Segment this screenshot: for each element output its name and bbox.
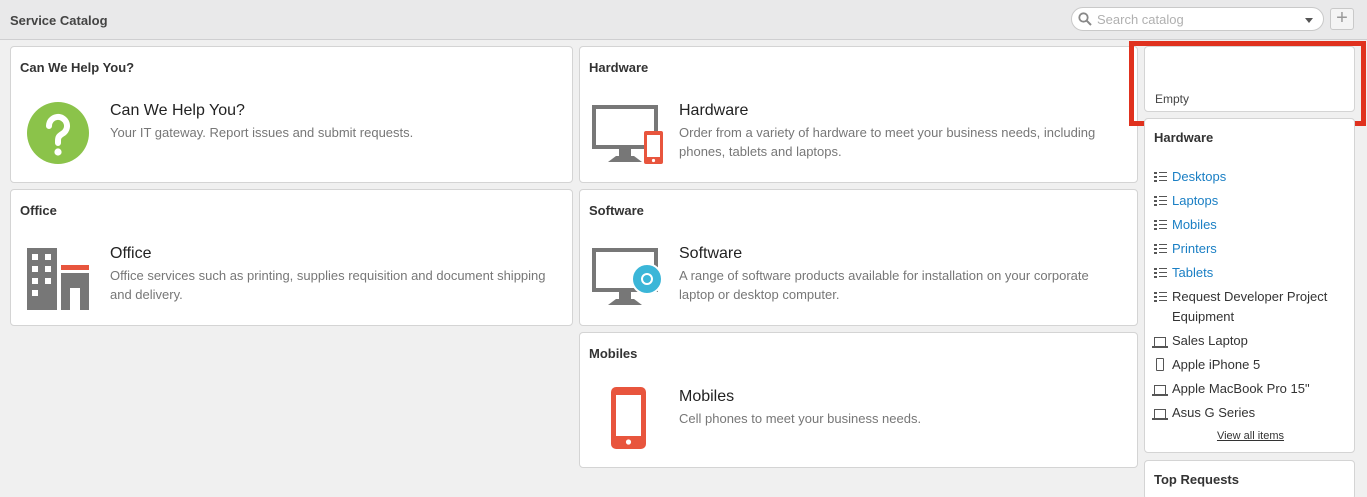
- view-all-link[interactable]: View all items: [1145, 430, 1356, 442]
- laptop-icon: [1152, 331, 1168, 351]
- card-header: Office: [20, 203, 57, 218]
- highlight-box: [1129, 41, 1366, 126]
- list-item[interactable]: Printers: [1153, 239, 1358, 259]
- top-bar: Service Catalog +: [0, 0, 1367, 40]
- question-icon: [27, 102, 89, 164]
- list-icon: [1153, 191, 1168, 211]
- list-item-label[interactable]: Apple MacBook Pro 15": [1172, 379, 1310, 399]
- laptop-icon: [1152, 379, 1168, 399]
- top-requests-panel: Top Requests: [1144, 460, 1355, 497]
- card-title[interactable]: Hardware: [679, 102, 748, 120]
- add-button[interactable]: +: [1330, 8, 1354, 30]
- list-item[interactable]: Desktops: [1153, 167, 1358, 187]
- card-description: A range of software products available f…: [679, 268, 1089, 302]
- hardware-panel: Hardware Desktops Laptops Mobiles Printe…: [1144, 118, 1355, 453]
- chevron-down-icon[interactable]: [1305, 18, 1313, 23]
- mobile-phone-icon: [611, 387, 646, 449]
- card-title[interactable]: Office: [110, 245, 152, 263]
- list-item-label[interactable]: Apple iPhone 5: [1172, 355, 1260, 375]
- category-card-help[interactable]: Can We Help You? Can We Help You? Your I…: [10, 46, 573, 183]
- list-icon: [1153, 287, 1168, 307]
- card-header: Mobiles: [589, 346, 638, 361]
- monitor-disc-icon: [592, 248, 663, 305]
- category-card-hardware[interactable]: Hardware Hardware Order from a variety o…: [579, 46, 1138, 183]
- category-card-software[interactable]: Software Software A range of software pr…: [579, 189, 1138, 326]
- card-header: Software: [589, 203, 644, 218]
- list-item[interactable]: Tablets: [1153, 263, 1358, 283]
- list-item[interactable]: Mobiles: [1153, 215, 1358, 235]
- list-item[interactable]: Apple iPhone 5: [1153, 355, 1358, 375]
- search-input[interactable]: [1097, 10, 1297, 28]
- search-box[interactable]: [1071, 7, 1324, 31]
- category-card-office[interactable]: Office Office Office services such as pr…: [10, 189, 573, 326]
- card-header: Can We Help You?: [20, 60, 135, 75]
- office-building-icon: [27, 248, 89, 310]
- hardware-item-list: Desktops Laptops Mobiles Printers Tablet…: [1152, 167, 1358, 427]
- list-item[interactable]: Sales Laptop: [1152, 331, 1358, 351]
- category-card-mobiles[interactable]: Mobiles Mobiles Cell phones to meet your…: [579, 332, 1138, 468]
- list-item[interactable]: Asus G Series: [1152, 403, 1358, 423]
- laptop-icon: [1152, 403, 1168, 423]
- list-item-label[interactable]: Tablets: [1172, 263, 1213, 283]
- list-item-label[interactable]: Request Developer Project Equipment: [1172, 287, 1358, 327]
- page-title: Service Catalog: [10, 13, 108, 28]
- list-item[interactable]: Request Developer Project Equipment: [1153, 287, 1358, 327]
- search-icon: [1078, 12, 1092, 26]
- panel-header: Top Requests: [1154, 472, 1239, 487]
- list-item-label[interactable]: Mobiles: [1172, 215, 1217, 235]
- card-header: Hardware: [589, 60, 649, 75]
- list-icon: [1153, 167, 1168, 187]
- card-description: Order from a variety of hardware to meet…: [679, 125, 1096, 159]
- list-icon: [1153, 215, 1168, 235]
- list-item-label[interactable]: Sales Laptop: [1172, 331, 1248, 351]
- panel-header: Hardware: [1154, 130, 1214, 145]
- list-item-label[interactable]: Desktops: [1172, 167, 1226, 187]
- list-item-label[interactable]: Asus G Series: [1172, 403, 1255, 423]
- monitor-phone-icon: [592, 105, 663, 164]
- card-description: Cell phones to meet your business needs.: [679, 411, 922, 426]
- card-title[interactable]: Mobiles: [679, 388, 734, 406]
- card-title[interactable]: Software: [679, 245, 742, 263]
- list-item[interactable]: Apple MacBook Pro 15": [1152, 379, 1358, 399]
- card-title[interactable]: Can We Help You?: [110, 102, 245, 120]
- phone-icon: [1153, 355, 1168, 375]
- card-description: Your IT gateway. Report issues and submi…: [110, 125, 414, 140]
- card-description: Office services such as printing, suppli…: [110, 268, 546, 302]
- list-item[interactable]: Laptops: [1153, 191, 1358, 211]
- list-item-label[interactable]: Printers: [1172, 239, 1217, 259]
- list-icon: [1153, 263, 1168, 283]
- list-item-label[interactable]: Laptops: [1172, 191, 1218, 211]
- list-icon: [1153, 239, 1168, 259]
